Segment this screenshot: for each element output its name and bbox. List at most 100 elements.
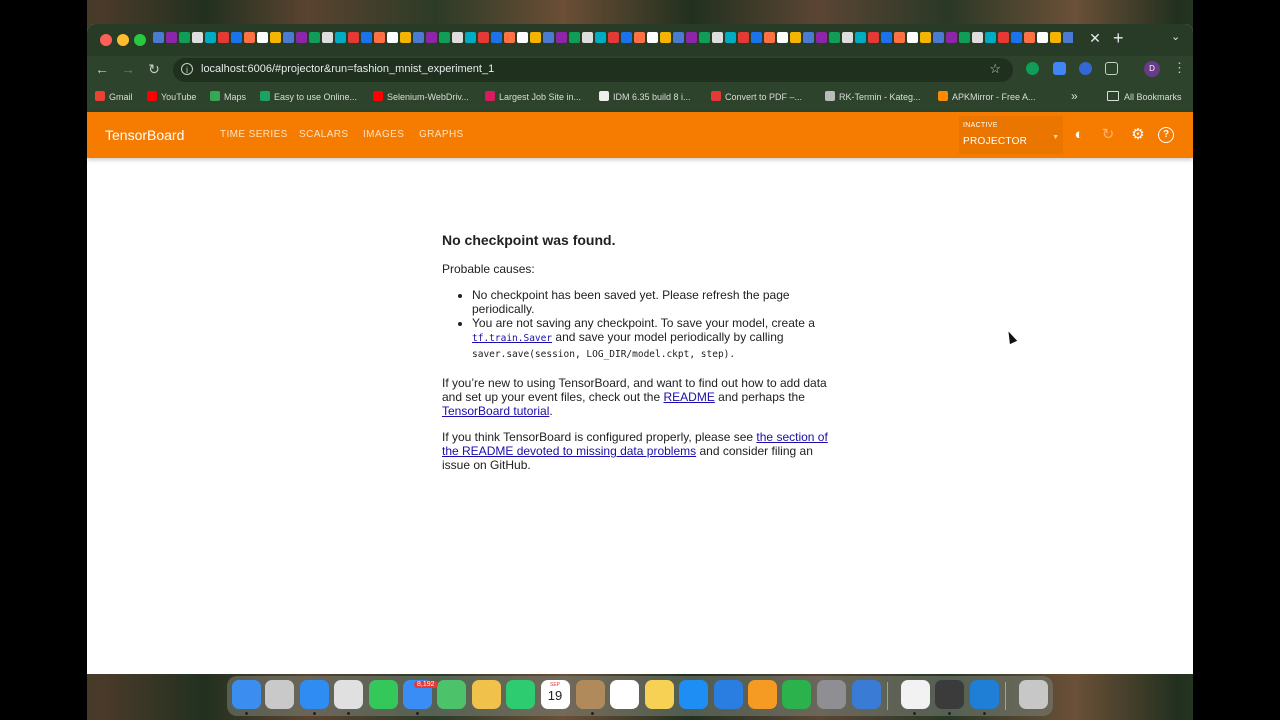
- tab-favicon[interactable]: [699, 32, 710, 43]
- all-bookmarks-folder[interactable]: All Bookmarks: [1107, 91, 1182, 102]
- window-close-button[interactable]: [100, 34, 112, 46]
- tab-favicon[interactable]: [296, 32, 307, 43]
- keynote-icon[interactable]: [714, 680, 743, 709]
- settings-gear-icon[interactable]: ⚙: [1129, 126, 1147, 144]
- tab-favicon[interactable]: [270, 32, 281, 43]
- launchpad-icon[interactable]: [265, 680, 294, 709]
- tab-favicon[interactable]: [309, 32, 320, 43]
- new-tab-button[interactable]: +: [1113, 28, 1124, 49]
- tab-favicon[interactable]: [1024, 32, 1035, 43]
- tab-favicon[interactable]: [1050, 32, 1061, 43]
- bookmark-item[interactable]: Largest Job Site in...: [485, 91, 581, 102]
- tab-favicon[interactable]: [894, 32, 905, 43]
- tab-favicon[interactable]: [517, 32, 528, 43]
- messages-icon[interactable]: [369, 680, 398, 709]
- tab-favicon[interactable]: [374, 32, 385, 43]
- tab-favicon[interactable]: [686, 32, 697, 43]
- tab-favicon[interactable]: [907, 32, 918, 43]
- grammarly-extension-icon[interactable]: [1026, 62, 1039, 75]
- tab-favicon[interactable]: [842, 32, 853, 43]
- tab-favicon[interactable]: [439, 32, 450, 43]
- tab-favicon[interactable]: [920, 32, 931, 43]
- safari-icon[interactable]: [300, 680, 329, 709]
- tab-favicon[interactable]: [829, 32, 840, 43]
- tf-train-saver-link[interactable]: tf.train.Saver: [472, 333, 552, 344]
- tab-favicon[interactable]: [504, 32, 515, 43]
- browser-menu-icon[interactable]: ⋮: [1173, 60, 1186, 76]
- more-bookmarks-chevron-icon[interactable]: »: [1071, 89, 1078, 103]
- chrome-icon[interactable]: [334, 680, 363, 709]
- tab-favicon[interactable]: [881, 32, 892, 43]
- tab-favicon[interactable]: [348, 32, 359, 43]
- tab-favicon[interactable]: [1011, 32, 1022, 43]
- reminders-icon[interactable]: [610, 680, 639, 709]
- tab-favicon[interactable]: [621, 32, 632, 43]
- contacts-icon[interactable]: [576, 680, 605, 709]
- theme-toggle-icon[interactable]: ◐: [1070, 126, 1088, 144]
- tab-favicon[interactable]: [933, 32, 944, 43]
- chatgpt-icon[interactable]: [901, 680, 930, 709]
- window-maximize-button[interactable]: [134, 34, 146, 46]
- tab-favicon[interactable]: [959, 32, 970, 43]
- finder-icon[interactable]: [232, 680, 261, 709]
- tensorboard-brand[interactable]: TensorBoard: [105, 127, 184, 143]
- bookmark-item[interactable]: RK-Termin - Kateg...: [825, 91, 921, 102]
- tab-favicon[interactable]: [868, 32, 879, 43]
- tab-favicon[interactable]: [764, 32, 775, 43]
- translate-extension-icon[interactable]: [1053, 62, 1066, 75]
- tab-time-series[interactable]: TIME SERIES: [220, 129, 288, 140]
- reload-data-icon[interactable]: ↻: [1099, 126, 1117, 144]
- tab-favicon[interactable]: [855, 32, 866, 43]
- extension-icon[interactable]: [1079, 62, 1092, 75]
- tab-favicon[interactable]: [205, 32, 216, 43]
- tab-favicon[interactable]: [946, 32, 957, 43]
- url-text[interactable]: localhost:6006/#projector&run=fashion_mn…: [201, 63, 494, 75]
- forward-icon[interactable]: →: [119, 61, 137, 77]
- bookmark-item[interactable]: YouTube: [147, 91, 196, 102]
- tab-favicon[interactable]: [673, 32, 684, 43]
- tab-favicon[interactable]: [725, 32, 736, 43]
- tab-favicon[interactable]: [543, 32, 554, 43]
- tab-favicon[interactable]: [608, 32, 619, 43]
- tab-favicon[interactable]: [998, 32, 1009, 43]
- tab-favicon[interactable]: [166, 32, 177, 43]
- tab-favicon[interactable]: [153, 32, 164, 43]
- tab-images[interactable]: IMAGES: [363, 129, 404, 140]
- tab-favicon[interactable]: [231, 32, 242, 43]
- bookmark-item[interactable]: Maps: [210, 91, 246, 102]
- bookmark-item[interactable]: Easy to use Online...: [260, 91, 357, 102]
- tab-favicon[interactable]: [556, 32, 567, 43]
- tab-favicon[interactable]: [712, 32, 723, 43]
- help-icon[interactable]: ?: [1158, 127, 1174, 143]
- tab-favicon[interactable]: [660, 32, 671, 43]
- tab-favicon[interactable]: [426, 32, 437, 43]
- bookmark-item[interactable]: APKMirror - Free A...: [938, 91, 1036, 102]
- tab-favicon[interactable]: [530, 32, 541, 43]
- tab-favicon[interactable]: [335, 32, 346, 43]
- tab-favicon[interactable]: [257, 32, 268, 43]
- xcode-icon[interactable]: [852, 680, 881, 709]
- tab-favicon[interactable]: [478, 32, 489, 43]
- system-settings-icon[interactable]: [817, 680, 846, 709]
- tab-scalars[interactable]: SCALARS: [299, 129, 349, 140]
- tab-favicon[interactable]: [777, 32, 788, 43]
- extensions-puzzle-icon[interactable]: [1105, 62, 1118, 75]
- tab-favicon[interactable]: [361, 32, 372, 43]
- window-minimize-button[interactable]: [117, 34, 129, 46]
- tab-favicon[interactable]: [1037, 32, 1048, 43]
- tab-favicon[interactable]: [400, 32, 411, 43]
- tab-favicon[interactable]: [465, 32, 476, 43]
- bookmark-item[interactable]: Convert to PDF –...: [711, 91, 802, 102]
- tensorboard-tutorial-link[interactable]: TensorBoard tutorial: [442, 404, 549, 418]
- quicktime-icon[interactable]: [935, 680, 964, 709]
- tab-favicon[interactable]: [283, 32, 294, 43]
- tab-favicon[interactable]: [972, 32, 983, 43]
- tab-favicon[interactable]: [244, 32, 255, 43]
- bookmark-item[interactable]: Gmail: [95, 91, 133, 102]
- tab-close-icon[interactable]: ✕: [1087, 30, 1103, 47]
- bookmark-item[interactable]: IDM 6.35 build 8 i...: [599, 91, 691, 102]
- profile-avatar[interactable]: D: [1144, 61, 1160, 77]
- facetime-icon[interactable]: [506, 680, 535, 709]
- tab-favicon[interactable]: [790, 32, 801, 43]
- tab-strip[interactable]: [153, 32, 1073, 48]
